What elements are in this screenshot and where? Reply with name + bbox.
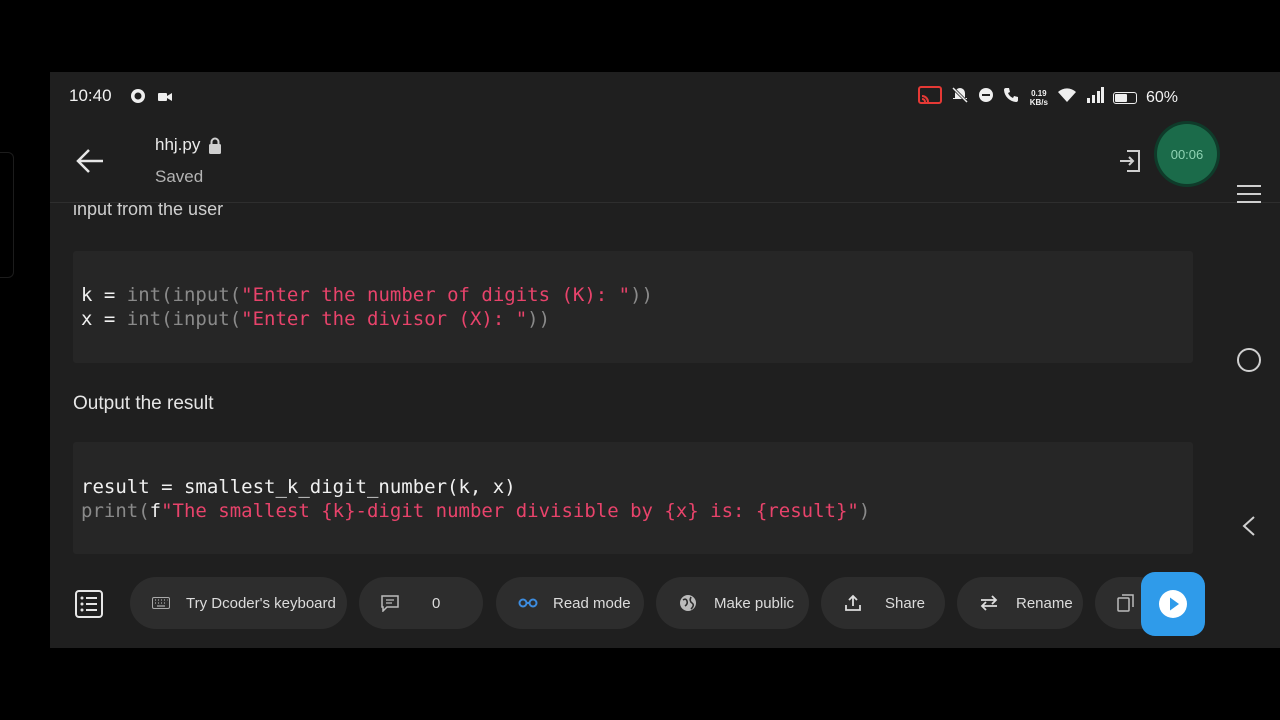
arrow-left-icon xyxy=(76,149,103,173)
keyboard-button[interactable]: Try Dcoder's keyboard xyxy=(130,577,347,629)
network-speed: 0.19 KB/s xyxy=(1030,89,1048,107)
code-string: "Enter the number of digits (K): " xyxy=(241,284,631,306)
nav-recent-apps-button[interactable] xyxy=(1236,183,1262,205)
play-icon xyxy=(1159,590,1187,618)
swap-icon xyxy=(980,595,998,611)
globe-icon xyxy=(680,595,696,611)
file-name: hhj.py xyxy=(155,135,201,154)
recording-timer-text: 00:06 xyxy=(1170,146,1204,162)
code-fn: print( xyxy=(81,500,150,522)
keyboard-icon xyxy=(152,597,170,609)
share-button[interactable]: Share xyxy=(821,577,945,629)
whatsapp-icon xyxy=(130,88,146,109)
code-block-output[interactable]: result = smallest_k_digit_number(k, x) p… xyxy=(73,442,1193,554)
section-heading: Output the result xyxy=(73,393,214,414)
code-fn: int(input( xyxy=(126,308,242,330)
code-line: print(f"The smallest {k}-digit number di… xyxy=(81,500,870,522)
read-mode-label: Read mode xyxy=(553,594,631,612)
share-label: Share xyxy=(885,594,926,612)
file-title[interactable]: hhj.py xyxy=(155,135,222,155)
code-close: ) xyxy=(858,500,871,522)
battery-icon xyxy=(1112,91,1137,104)
status-right-icons: 0.19 KB/s 60% xyxy=(917,86,1178,109)
rename-button[interactable]: Rename xyxy=(957,577,1083,629)
make-public-button[interactable]: Make public xyxy=(656,577,809,629)
status-bar: 10:40 0.19 KB/s 60% xyxy=(50,72,1280,120)
code-string: "The smallest {k}-digit number divisible… xyxy=(161,500,859,522)
recording-timer[interactable]: 00:06 xyxy=(1157,124,1217,184)
nav-back-button[interactable] xyxy=(1239,515,1259,537)
chevron-left-icon xyxy=(1242,516,1255,536)
cast-icon xyxy=(917,86,942,109)
code-var: k xyxy=(81,284,93,306)
code-fstring-prefix: f xyxy=(149,500,162,522)
app-bar: hhj.py Saved 00:06 xyxy=(50,120,1280,203)
exit-button[interactable] xyxy=(1118,148,1142,174)
glasses-icon xyxy=(518,598,538,608)
bottom-toolbar: Try Dcoder's keyboard 0 Read mode Make p… xyxy=(50,572,1280,648)
battery-fill xyxy=(1114,93,1127,102)
code-close: )) xyxy=(527,308,551,330)
comments-button[interactable]: 0 xyxy=(359,577,483,629)
code-close: )) xyxy=(630,284,653,306)
status-time: 10:40 xyxy=(69,86,112,105)
signal-icon xyxy=(1086,87,1104,108)
status-left-icons xyxy=(130,88,172,109)
exit-icon xyxy=(1120,150,1140,172)
code-op: = xyxy=(92,308,127,330)
run-button[interactable] xyxy=(1141,572,1205,636)
code-op: = xyxy=(92,284,127,306)
network-speed-value: 0.19 xyxy=(1031,88,1047,98)
comment-text-clipped: input from the user xyxy=(73,203,224,219)
nav-home-button[interactable] xyxy=(1237,348,1261,372)
code-block-input[interactable]: k = int(input("Enter the number of digit… xyxy=(73,251,1193,363)
mute-icon xyxy=(951,86,969,109)
upload-icon xyxy=(845,594,861,611)
wifi-icon xyxy=(1057,87,1077,108)
video-camera-icon xyxy=(158,90,172,108)
keyboard-button-label: Try Dcoder's keyboard xyxy=(186,594,336,612)
device-edge-handle xyxy=(0,152,14,278)
comments-count: 0 xyxy=(432,594,441,612)
code-line: x = int(input("Enter the divisor (X): ")… xyxy=(81,308,550,330)
code-fn: int(input( xyxy=(126,284,242,306)
code-string: "Enter the divisor (X): " xyxy=(241,308,528,330)
phone-screen: 10:40 0.19 KB/s 60% hhj.py Saved 00:06 i… xyxy=(50,72,1280,648)
code-var: x xyxy=(81,308,93,330)
do-not-disturb-icon xyxy=(978,87,994,108)
list-icon xyxy=(75,590,103,618)
outline-button[interactable] xyxy=(74,589,104,619)
copy-icon xyxy=(1117,594,1134,612)
make-public-label: Make public xyxy=(714,594,795,612)
battery-percent: 60% xyxy=(1145,88,1178,106)
back-button[interactable] xyxy=(76,148,106,174)
code-content[interactable]: input from the user k = int(input("Enter… xyxy=(50,203,1218,577)
save-status: Saved xyxy=(155,167,204,186)
code-line: k = int(input("Enter the number of digit… xyxy=(81,284,653,306)
code-line: result = smallest_k_digit_number(k, x) xyxy=(81,476,516,498)
wifi-calling-icon xyxy=(1003,86,1021,109)
network-speed-unit: KB/s xyxy=(1029,97,1048,107)
read-mode-button[interactable]: Read mode xyxy=(496,577,644,629)
rename-label: Rename xyxy=(1016,594,1073,612)
menu-icon xyxy=(1237,185,1261,203)
comment-icon xyxy=(381,594,399,612)
lock-icon xyxy=(209,137,222,154)
